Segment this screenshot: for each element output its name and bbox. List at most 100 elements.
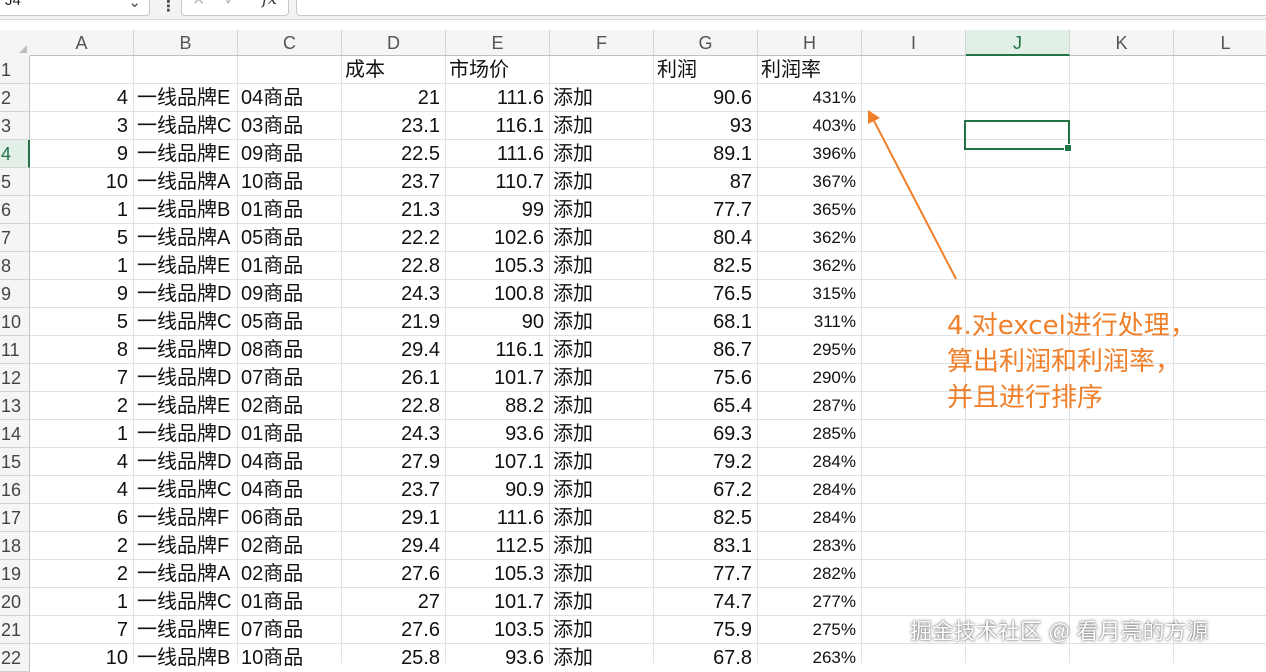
cell-a10[interactable]: 5 (30, 308, 128, 336)
name-box[interactable]: J4 ⌄ (0, 0, 150, 16)
cell-d21[interactable]: 27.6 (342, 616, 440, 644)
cell-e9[interactable]: 100.8 (446, 280, 544, 308)
cell-d3[interactable]: 23.1 (342, 112, 440, 140)
cell-a11[interactable]: 8 (30, 336, 128, 364)
cell-d2[interactable]: 21 (342, 84, 440, 112)
cell-f5[interactable]: 添加 (550, 168, 593, 196)
cell-h19[interactable]: 282% (758, 560, 856, 588)
cell-e18[interactable]: 112.5 (446, 532, 544, 560)
cell-g19[interactable]: 77.7 (654, 560, 752, 588)
row-header-15[interactable]: 15 (0, 448, 30, 476)
cell-g21[interactable]: 75.9 (654, 616, 752, 644)
row-header-21[interactable]: 21 (0, 616, 30, 644)
cell-e14[interactable]: 93.6 (446, 420, 544, 448)
cell-a2[interactable]: 4 (30, 84, 128, 112)
cell-d20[interactable]: 27 (342, 588, 440, 616)
cell-d6[interactable]: 21.3 (342, 196, 440, 224)
cancel-icon[interactable]: ✕ (192, 0, 205, 10)
cell-e1[interactable]: 市场价 (446, 56, 509, 84)
row-header-22[interactable]: 22 (0, 644, 30, 672)
cell-b5[interactable]: 一线品牌A (134, 168, 230, 196)
cell-f9[interactable]: 添加 (550, 280, 593, 308)
cell-c6[interactable]: 01商品 (238, 196, 303, 224)
cell-a15[interactable]: 4 (30, 448, 128, 476)
cell-b7[interactable]: 一线品牌A (134, 224, 230, 252)
cell-g13[interactable]: 65.4 (654, 392, 752, 420)
more-options-icon[interactable]: ⋮ (161, 0, 176, 15)
chevron-down-icon[interactable]: ⌄ (128, 0, 141, 13)
cell-d10[interactable]: 21.9 (342, 308, 440, 336)
cell-d13[interactable]: 22.8 (342, 392, 440, 420)
cell-g1[interactable]: 利润 (654, 56, 697, 84)
row-header-7[interactable]: 7 (0, 224, 30, 252)
cell-d22[interactable]: 25.8 (342, 644, 440, 672)
cell-e6[interactable]: 99 (446, 196, 544, 224)
cell-e8[interactable]: 105.3 (446, 252, 544, 280)
cell-a9[interactable]: 9 (30, 280, 128, 308)
cell-f12[interactable]: 添加 (550, 364, 593, 392)
cell-e2[interactable]: 111.6 (446, 84, 544, 112)
select-all-corner[interactable] (0, 30, 31, 57)
cell-e5[interactable]: 110.7 (446, 168, 544, 196)
cell-c12[interactable]: 07商品 (238, 364, 303, 392)
row-header-18[interactable]: 18 (0, 532, 30, 560)
cell-h18[interactable]: 283% (758, 532, 856, 560)
row-header-11[interactable]: 11 (0, 336, 30, 364)
cell-h6[interactable]: 365% (758, 196, 856, 224)
cell-c22[interactable]: 10商品 (238, 644, 303, 672)
row-header-20[interactable]: 20 (0, 588, 30, 616)
cell-g16[interactable]: 67.2 (654, 476, 752, 504)
column-header-e[interactable]: E (446, 30, 550, 56)
cell-g8[interactable]: 82.5 (654, 252, 752, 280)
cell-g9[interactable]: 76.5 (654, 280, 752, 308)
cell-d7[interactable]: 22.2 (342, 224, 440, 252)
cell-b4[interactable]: 一线品牌E (134, 140, 230, 168)
cell-c18[interactable]: 02商品 (238, 532, 303, 560)
cell-a13[interactable]: 2 (30, 392, 128, 420)
row-header-17[interactable]: 17 (0, 504, 30, 532)
cell-h9[interactable]: 315% (758, 280, 856, 308)
cell-e4[interactable]: 111.6 (446, 140, 544, 168)
cell-e17[interactable]: 111.6 (446, 504, 544, 532)
cell-c4[interactable]: 09商品 (238, 140, 303, 168)
cell-b18[interactable]: 一线品牌F (134, 532, 229, 560)
cell-c7[interactable]: 05商品 (238, 224, 303, 252)
cell-a3[interactable]: 3 (30, 112, 128, 140)
cell-g5[interactable]: 87 (654, 168, 752, 196)
cell-d18[interactable]: 29.4 (342, 532, 440, 560)
cell-h13[interactable]: 287% (758, 392, 856, 420)
cell-f7[interactable]: 添加 (550, 224, 593, 252)
cell-d14[interactable]: 24.3 (342, 420, 440, 448)
cell-b15[interactable]: 一线品牌D (134, 448, 231, 476)
cell-g6[interactable]: 77.7 (654, 196, 752, 224)
cell-b2[interactable]: 一线品牌E (134, 84, 230, 112)
cell-c9[interactable]: 09商品 (238, 280, 303, 308)
cell-a5[interactable]: 10 (30, 168, 128, 196)
row-header-16[interactable]: 16 (0, 476, 30, 504)
cell-b3[interactable]: 一线品牌C (134, 112, 231, 140)
cell-f11[interactable]: 添加 (550, 336, 593, 364)
cell-g15[interactable]: 79.2 (654, 448, 752, 476)
cell-a20[interactable]: 1 (30, 588, 128, 616)
cell-h21[interactable]: 275% (758, 616, 856, 644)
column-header-j[interactable]: J (966, 30, 1070, 56)
cell-h3[interactable]: 403% (758, 112, 856, 140)
row-header-10[interactable]: 10 (0, 308, 30, 336)
row-header-9[interactable]: 9 (0, 280, 30, 308)
cell-c19[interactable]: 02商品 (238, 560, 303, 588)
cell-c14[interactable]: 01商品 (238, 420, 303, 448)
cell-b21[interactable]: 一线品牌E (134, 616, 230, 644)
cell-a6[interactable]: 1 (30, 196, 128, 224)
selected-cell[interactable] (964, 120, 1072, 152)
cell-d15[interactable]: 27.9 (342, 448, 440, 476)
cell-b11[interactable]: 一线品牌D (134, 336, 231, 364)
cell-a7[interactable]: 5 (30, 224, 128, 252)
cell-h12[interactable]: 290% (758, 364, 856, 392)
confirm-icon[interactable]: ✓ (224, 0, 237, 10)
cell-e19[interactable]: 105.3 (446, 560, 544, 588)
cell-f14[interactable]: 添加 (550, 420, 593, 448)
cell-e16[interactable]: 90.9 (446, 476, 544, 504)
cell-f22[interactable]: 添加 (550, 644, 593, 672)
cell-f13[interactable]: 添加 (550, 392, 593, 420)
fill-handle[interactable] (1064, 144, 1072, 152)
